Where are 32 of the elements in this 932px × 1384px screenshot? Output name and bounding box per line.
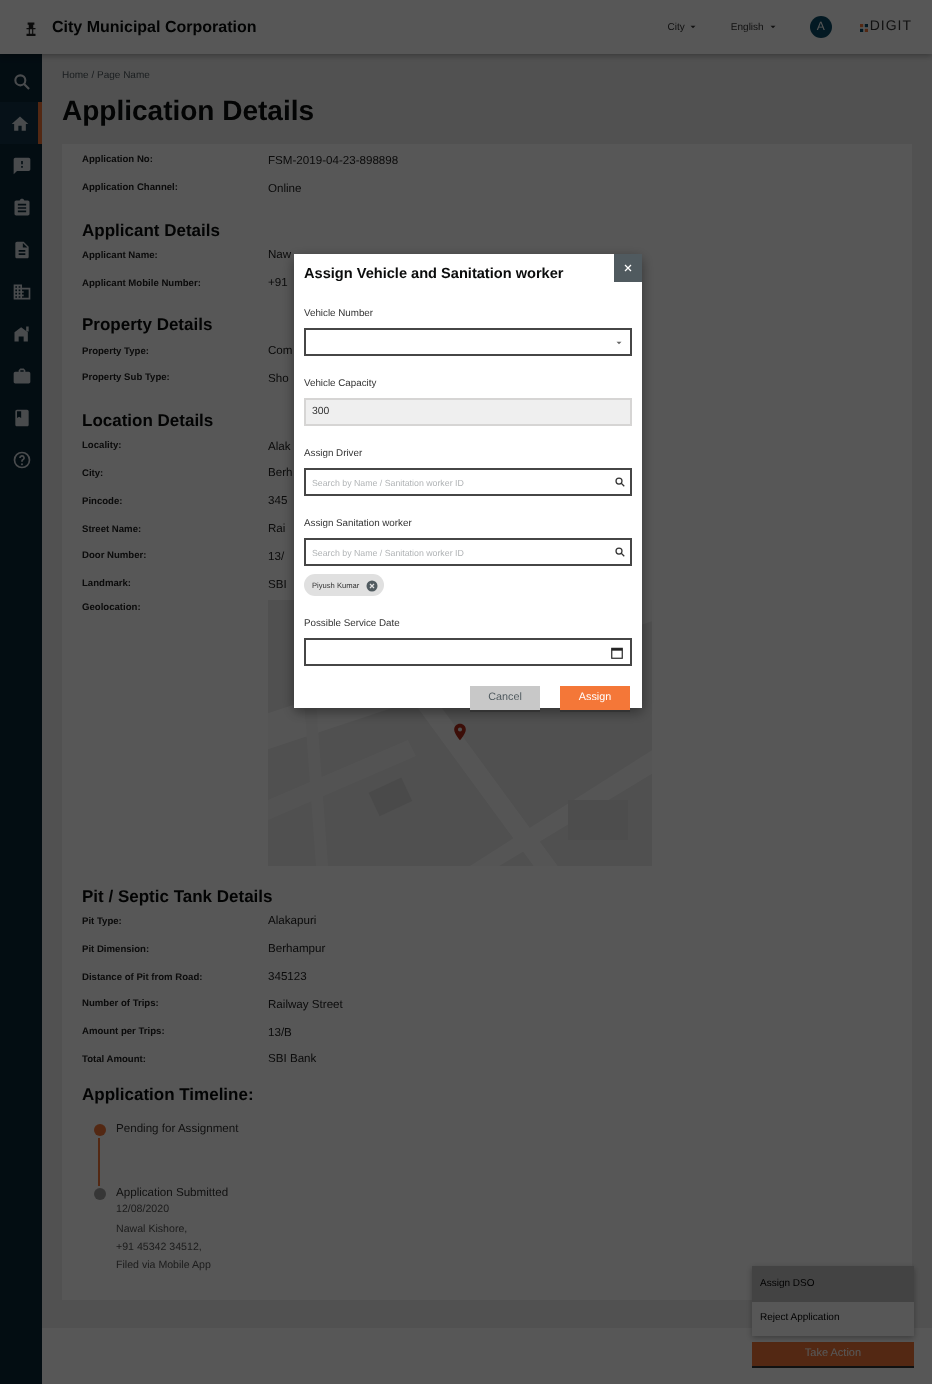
caret-icon (767, 22, 778, 32)
book-icon (11, 407, 31, 427)
map-pin-icon (450, 719, 470, 744)
section-heading: Applicant Details (82, 217, 220, 244)
buildings-icon (11, 281, 31, 301)
search-icon (11, 71, 31, 91)
timeline-line (98, 1138, 100, 1187)
date-field[interactable] (304, 638, 632, 666)
calendar-icon (610, 645, 624, 659)
section-heading: Location Details (82, 407, 214, 434)
remove-icon (365, 579, 378, 591)
section-heading: Pit / Septic Tank Details (82, 883, 273, 910)
caret-icon (688, 22, 699, 32)
briefcase-icon (11, 365, 31, 385)
section-heading: Application Timeline: (82, 1082, 254, 1109)
logo-icon (859, 23, 868, 31)
dropdown-field[interactable] (304, 328, 632, 356)
search-icon (614, 476, 626, 488)
sidebar-item[interactable] (0, 102, 42, 144)
app-title: City Municipal Corporation (52, 18, 259, 36)
caret-icon (614, 337, 624, 347)
search-icon (614, 546, 626, 558)
alert-message-icon (11, 155, 31, 175)
page-title: Application Details (62, 94, 317, 126)
close-button[interactable] (614, 254, 642, 282)
close-icon (622, 262, 634, 274)
house-icon (11, 323, 31, 343)
section-heading: Property Details (82, 312, 213, 339)
help-icon (11, 449, 31, 469)
document-icon (11, 239, 31, 259)
clipboard-icon (11, 197, 31, 217)
home-icon (9, 113, 29, 133)
